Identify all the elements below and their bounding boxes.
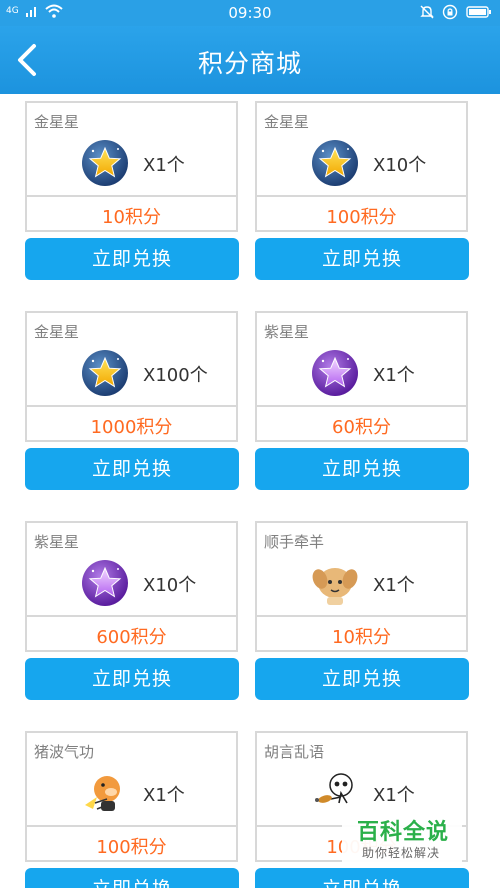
status-bar: 4G 09:30	[0, 0, 500, 26]
card-divider	[257, 615, 466, 617]
product-quantity: X10个	[143, 575, 197, 596]
product-points: 1000积分	[90, 417, 173, 438]
pig-emoticon-icon	[81, 769, 129, 817]
product-list[interactable]: 金星星 X1个 10积分 立即兑换 金星星 X10个 100积分 立即兑换 金星…	[0, 94, 500, 888]
gold-star-icon	[81, 349, 129, 397]
watermark-subtitle: 助你轻松解决	[362, 846, 441, 860]
redeem-button[interactable]: 立即兑换	[25, 868, 239, 888]
page-title: 积分商城	[197, 49, 302, 78]
product-name: 顺手牵羊	[264, 533, 325, 551]
product-name: 紫星星	[264, 323, 310, 341]
card-divider	[27, 615, 236, 617]
product-card: 金星星 X100个 1000积分	[25, 311, 238, 442]
redeem-button[interactable]: 立即兑换	[255, 448, 469, 490]
header-bar: 积分商城	[0, 26, 500, 94]
product-name: 金星星	[264, 113, 310, 131]
product-card: 顺手牵羊 X1个 10积分	[255, 521, 468, 652]
redeem-button[interactable]: 立即兑换	[25, 448, 239, 490]
product-quantity: X1个	[373, 575, 415, 596]
product-card: 金星星 X1个 10积分	[25, 101, 238, 232]
watermark: 百科全说 助你轻松解决	[342, 810, 462, 866]
product-name: 金星星	[34, 323, 80, 341]
card-divider	[257, 405, 466, 407]
sheep-emoticon-icon	[311, 559, 359, 607]
battery-icon	[466, 6, 491, 18]
card-divider	[27, 405, 236, 407]
product-points: 100积分	[326, 207, 397, 228]
redeem-button[interactable]: 立即兑换	[255, 868, 469, 888]
redeem-button[interactable]: 立即兑换	[25, 238, 239, 280]
watermark-title: 百科全说	[357, 820, 450, 845]
product-card: 猪波气功 X1个 100积分	[25, 731, 238, 862]
gold-star-icon	[311, 139, 359, 187]
redeem-button[interactable]: 立即兑换	[255, 238, 469, 280]
product-quantity: X100个	[143, 365, 208, 386]
product-quantity: X1个	[143, 785, 185, 806]
card-divider	[257, 195, 466, 197]
status-right-icons	[420, 4, 492, 20]
product-points: 10积分	[332, 627, 391, 648]
product-quantity: X1个	[373, 365, 415, 386]
product-points: 10积分	[102, 207, 161, 228]
product-points: 100积分	[96, 837, 167, 858]
product-card: 紫星星 X10个 600积分	[25, 521, 238, 652]
lock-rotation-icon	[442, 4, 458, 20]
card-divider	[27, 825, 236, 827]
redeem-button[interactable]: 立即兑换	[25, 658, 239, 700]
redeem-button[interactable]: 立即兑换	[255, 658, 469, 700]
product-name: 胡言乱语	[264, 743, 325, 761]
product-card: 金星星 X10个 100积分	[255, 101, 468, 232]
gold-star-icon	[81, 139, 129, 187]
product-name: 金星星	[34, 113, 80, 131]
product-points: 600积分	[96, 627, 167, 648]
product-card: 紫星星 X1个 60积分	[255, 311, 468, 442]
card-divider	[27, 195, 236, 197]
product-name: 猪波气功	[34, 743, 95, 761]
purple-star-icon	[81, 559, 129, 607]
product-quantity: X1个	[143, 155, 185, 176]
purple-star-icon	[311, 349, 359, 397]
bell-off-icon	[420, 5, 434, 19]
product-quantity: X1个	[373, 785, 415, 806]
product-quantity: X10个	[373, 155, 427, 176]
product-points: 60积分	[332, 417, 391, 438]
product-name: 紫星星	[34, 533, 80, 551]
